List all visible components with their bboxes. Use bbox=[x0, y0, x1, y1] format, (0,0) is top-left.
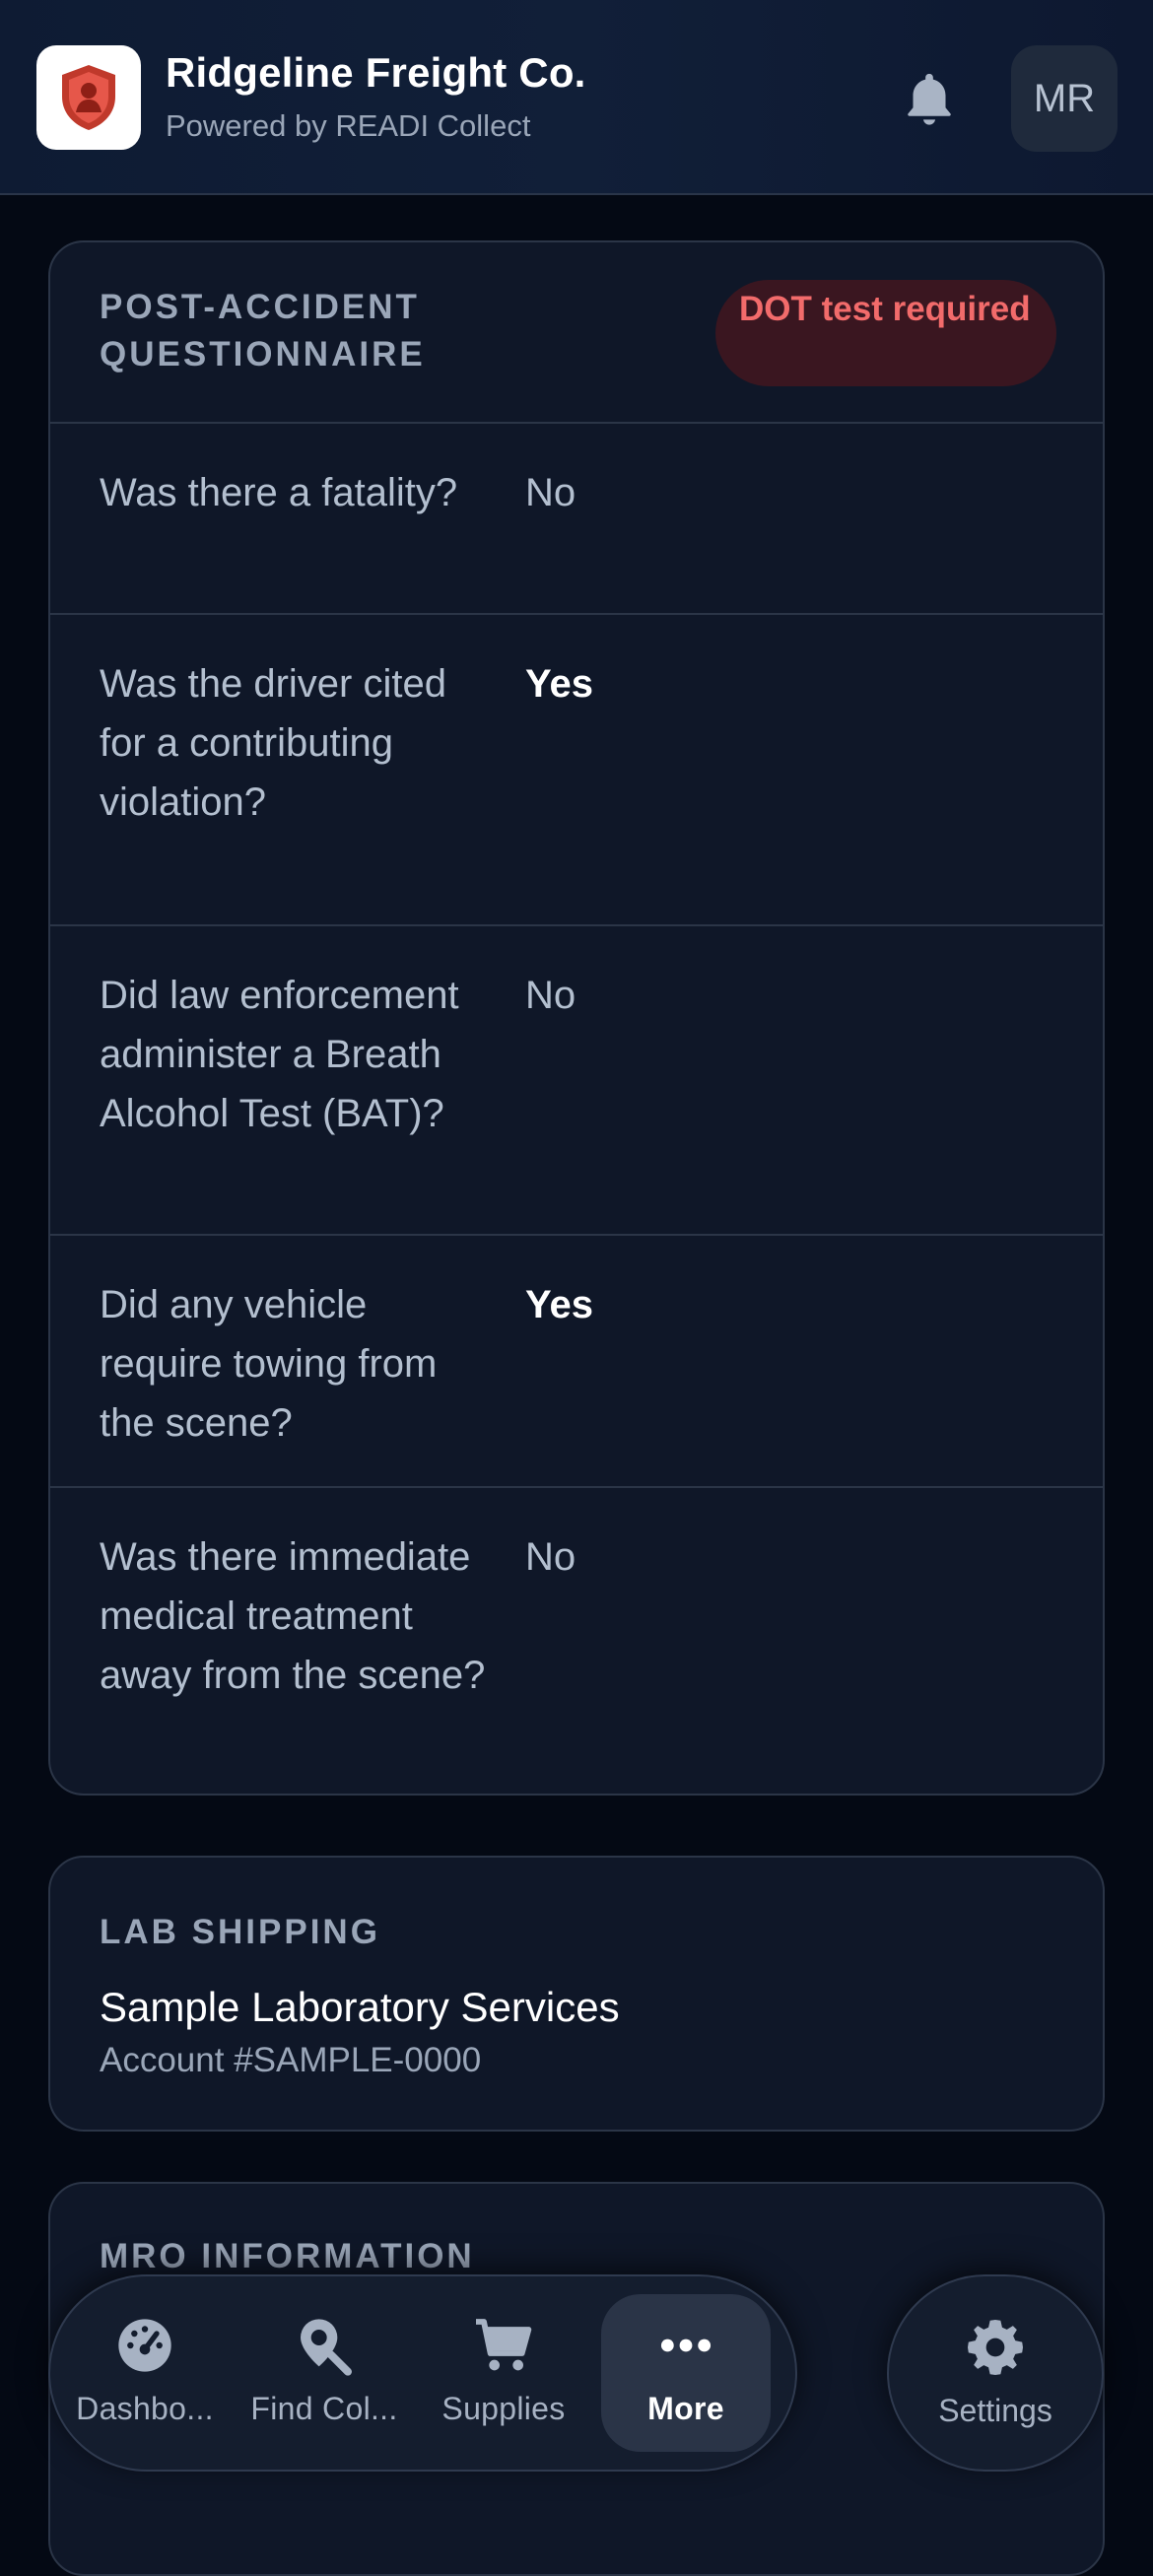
nav-item-supplies[interactable]: Supplies bbox=[419, 2294, 588, 2452]
settings-button[interactable]: Settings bbox=[887, 2274, 1104, 2472]
questionnaire-header: POST-ACCIDENT QUESTIONNAIRE DOT test req… bbox=[50, 242, 1103, 424]
post-accident-questionnaire-card: POST-ACCIDENT QUESTIONNAIRE DOT test req… bbox=[48, 240, 1105, 1796]
question-text: Did any vehicle require towing from the … bbox=[100, 1283, 438, 1445]
app-header: Ridgeline Freight Co. Powered by READI C… bbox=[0, 0, 1153, 195]
location-search-icon bbox=[301, 2319, 352, 2376]
question-text: Was there a fatality? bbox=[100, 471, 458, 514]
question-text: Did law enforcement administer a Breath … bbox=[100, 974, 459, 1135]
status-badge: DOT test required bbox=[715, 280, 1056, 386]
nav-label: Find Col... bbox=[250, 2391, 398, 2426]
nav-label: Settings bbox=[938, 2393, 1052, 2428]
nav-item-more[interactable]: More bbox=[601, 2294, 771, 2452]
gear-icon bbox=[968, 2320, 1023, 2375]
question-row: Did any vehicle require towing from the … bbox=[50, 1236, 1103, 1488]
question-row: Was the driver cited for a contributing … bbox=[50, 615, 1103, 926]
lab-shipping-card: LAB SHIPPING Sample Laboratory Services … bbox=[48, 1856, 1105, 2132]
question-row: Was there immediate medical treatment aw… bbox=[50, 1488, 1103, 1794]
nav-label: Supplies bbox=[441, 2391, 566, 2426]
answer-value: No bbox=[525, 1535, 576, 1579]
gauge-icon bbox=[118, 2319, 171, 2372]
cart-icon bbox=[476, 2319, 532, 2371]
bell-icon bbox=[908, 73, 951, 125]
ellipsis-icon bbox=[660, 2339, 712, 2352]
question-row: Was there a fatality? No bbox=[50, 424, 1103, 615]
shield-person-icon bbox=[62, 65, 115, 130]
nav-label: Dashbo... bbox=[76, 2391, 214, 2426]
section-title: LAB SHIPPING bbox=[100, 1913, 380, 1951]
company-name: Ridgeline Freight Co. bbox=[166, 49, 586, 96]
answer-value: Yes bbox=[525, 662, 593, 706]
powered-by-text: Powered by READI Collect bbox=[166, 108, 531, 143]
answer-value: No bbox=[525, 974, 576, 1017]
bottom-nav: Dashbo... Find Col... Supplies More bbox=[48, 2274, 797, 2472]
nav-item-dashboard[interactable]: Dashbo... bbox=[60, 2294, 230, 2452]
question-text: Was the driver cited for a contributing … bbox=[100, 662, 446, 824]
lab-account-number: Account #SAMPLE-0000 bbox=[100, 2041, 482, 2079]
section-title: POST-ACCIDENT QUESTIONNAIRE bbox=[100, 288, 426, 373]
question-row: Did law enforcement administer a Breath … bbox=[50, 926, 1103, 1236]
nav-label: More bbox=[647, 2391, 724, 2426]
user-avatar[interactable]: MR bbox=[1011, 45, 1118, 152]
nav-item-find-collector[interactable]: Find Col... bbox=[239, 2294, 409, 2452]
lab-name: Sample Laboratory Services bbox=[100, 1984, 620, 2030]
question-text: Was there immediate medical treatment aw… bbox=[100, 1535, 486, 1697]
section-title: MRO INFORMATION bbox=[100, 2237, 475, 2275]
notifications-button[interactable] bbox=[897, 67, 962, 132]
answer-value: Yes bbox=[525, 1283, 593, 1326]
company-logo bbox=[36, 45, 141, 150]
answer-value: No bbox=[525, 471, 576, 514]
